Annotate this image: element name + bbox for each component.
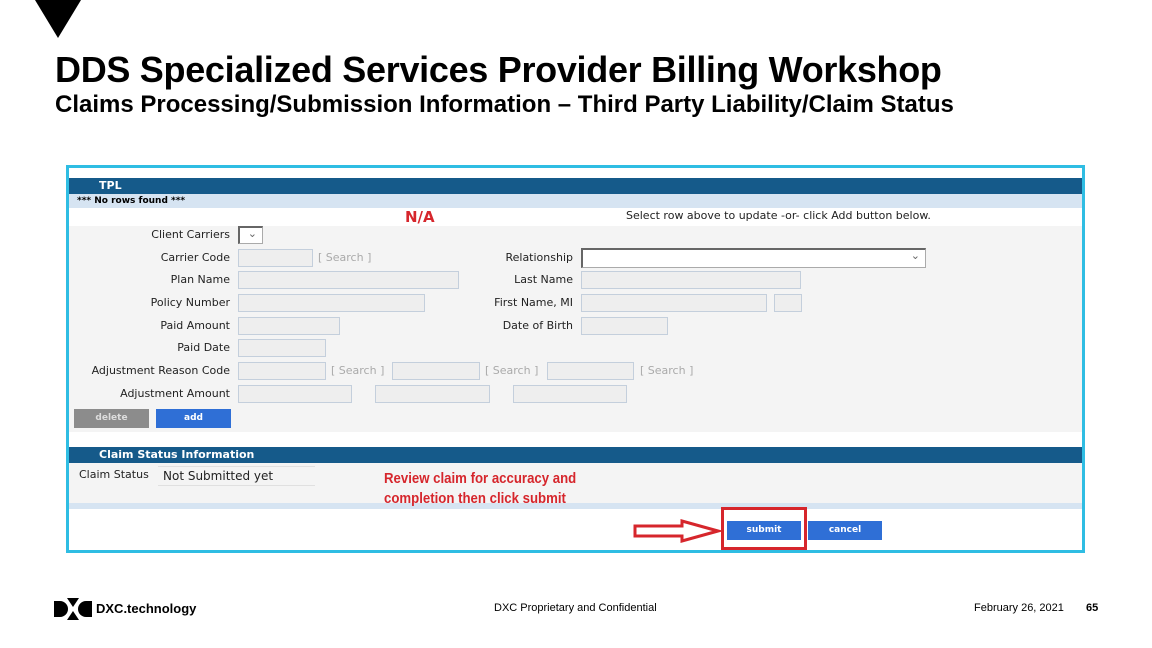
adjustment-amount-input-1[interactable] <box>238 385 352 403</box>
claim-status-label: Claim Status <box>79 468 149 481</box>
label-relationship: Relationship <box>505 251 573 264</box>
page-number: 65 <box>1086 602 1099 614</box>
review-annotation-line1: Review claim for accuracy and <box>384 470 577 487</box>
footer-confidential: DXC Proprietary and Confidential <box>494 602 657 614</box>
delete-button[interactable]: delete <box>74 409 149 428</box>
middle-initial-input[interactable] <box>774 294 802 312</box>
cancel-button[interactable]: cancel <box>808 521 882 540</box>
label-adjustment-reason-code: Adjustment Reason Code <box>91 364 230 377</box>
instruction-text: Select row above to update -or- click Ad… <box>626 209 931 222</box>
slide-subtitle: Claims Processing/Submission Information… <box>55 91 954 118</box>
label-carrier-code: Carrier Code <box>160 251 230 264</box>
no-rows-message: *** No rows found *** <box>69 194 1082 208</box>
adjustment-reason-search-link-3[interactable]: [ Search ] <box>640 362 693 380</box>
carrier-code-input[interactable] <box>238 249 313 267</box>
carrier-code-search-link[interactable]: [ Search ] <box>318 249 371 267</box>
label-date-of-birth: Date of Birth <box>502 319 573 332</box>
corner-triangle-decoration <box>35 0 81 38</box>
divider <box>69 503 1082 509</box>
chevron-down-icon: ⌄ <box>247 228 257 240</box>
add-button[interactable]: add <box>156 409 231 428</box>
first-name-input[interactable] <box>581 294 767 312</box>
last-name-input[interactable] <box>581 271 801 289</box>
paid-amount-input[interactable] <box>238 317 340 335</box>
date-of-birth-input[interactable] <box>581 317 668 335</box>
review-annotation-line2: completion then click submit <box>384 490 566 507</box>
policy-number-input[interactable] <box>238 294 425 312</box>
label-policy-number: Policy Number <box>150 296 230 309</box>
client-carriers-select[interactable]: ⌄ <box>238 226 263 244</box>
label-paid-date: Paid Date <box>177 341 230 354</box>
adjustment-reason-code-input-3[interactable] <box>547 362 634 380</box>
plan-name-input[interactable] <box>238 271 459 289</box>
paid-date-input[interactable] <box>238 339 326 357</box>
dxc-logo-icon <box>54 598 92 620</box>
submit-button[interactable]: submit <box>727 521 801 540</box>
claim-status-value: Not Submitted yet <box>158 466 315 486</box>
adjustment-amount-input-3[interactable] <box>513 385 627 403</box>
adjustment-reason-code-input-1[interactable] <box>238 362 326 380</box>
label-plan-name: Plan Name <box>170 273 230 286</box>
label-last-name: Last Name <box>514 273 573 286</box>
na-annotation: N/A <box>405 208 435 226</box>
adjustment-reason-search-link-1[interactable]: [ Search ] <box>331 362 384 380</box>
label-client-carriers: Client Carriers <box>151 228 230 241</box>
tpl-header: TPL <box>69 178 1082 194</box>
footer-brand: DXC.technology <box>96 601 197 616</box>
claim-status-header: Claim Status Information <box>69 447 1082 463</box>
adjustment-amount-input-2[interactable] <box>375 385 490 403</box>
arrow-right-icon <box>633 519 722 543</box>
label-adjustment-amount: Adjustment Amount <box>120 387 230 400</box>
label-first-name-mi: First Name, MI <box>494 296 573 309</box>
label-paid-amount: Paid Amount <box>160 319 230 332</box>
slide-title: DDS Specialized Services Provider Billin… <box>55 49 942 90</box>
chevron-down-icon: ⌄ <box>910 250 920 262</box>
adjustment-reason-code-input-2[interactable] <box>392 362 480 380</box>
footer-date: February 26, 2021 <box>974 602 1064 614</box>
adjustment-reason-search-link-2[interactable]: [ Search ] <box>485 362 538 380</box>
relationship-select[interactable]: ⌄ <box>581 248 926 268</box>
